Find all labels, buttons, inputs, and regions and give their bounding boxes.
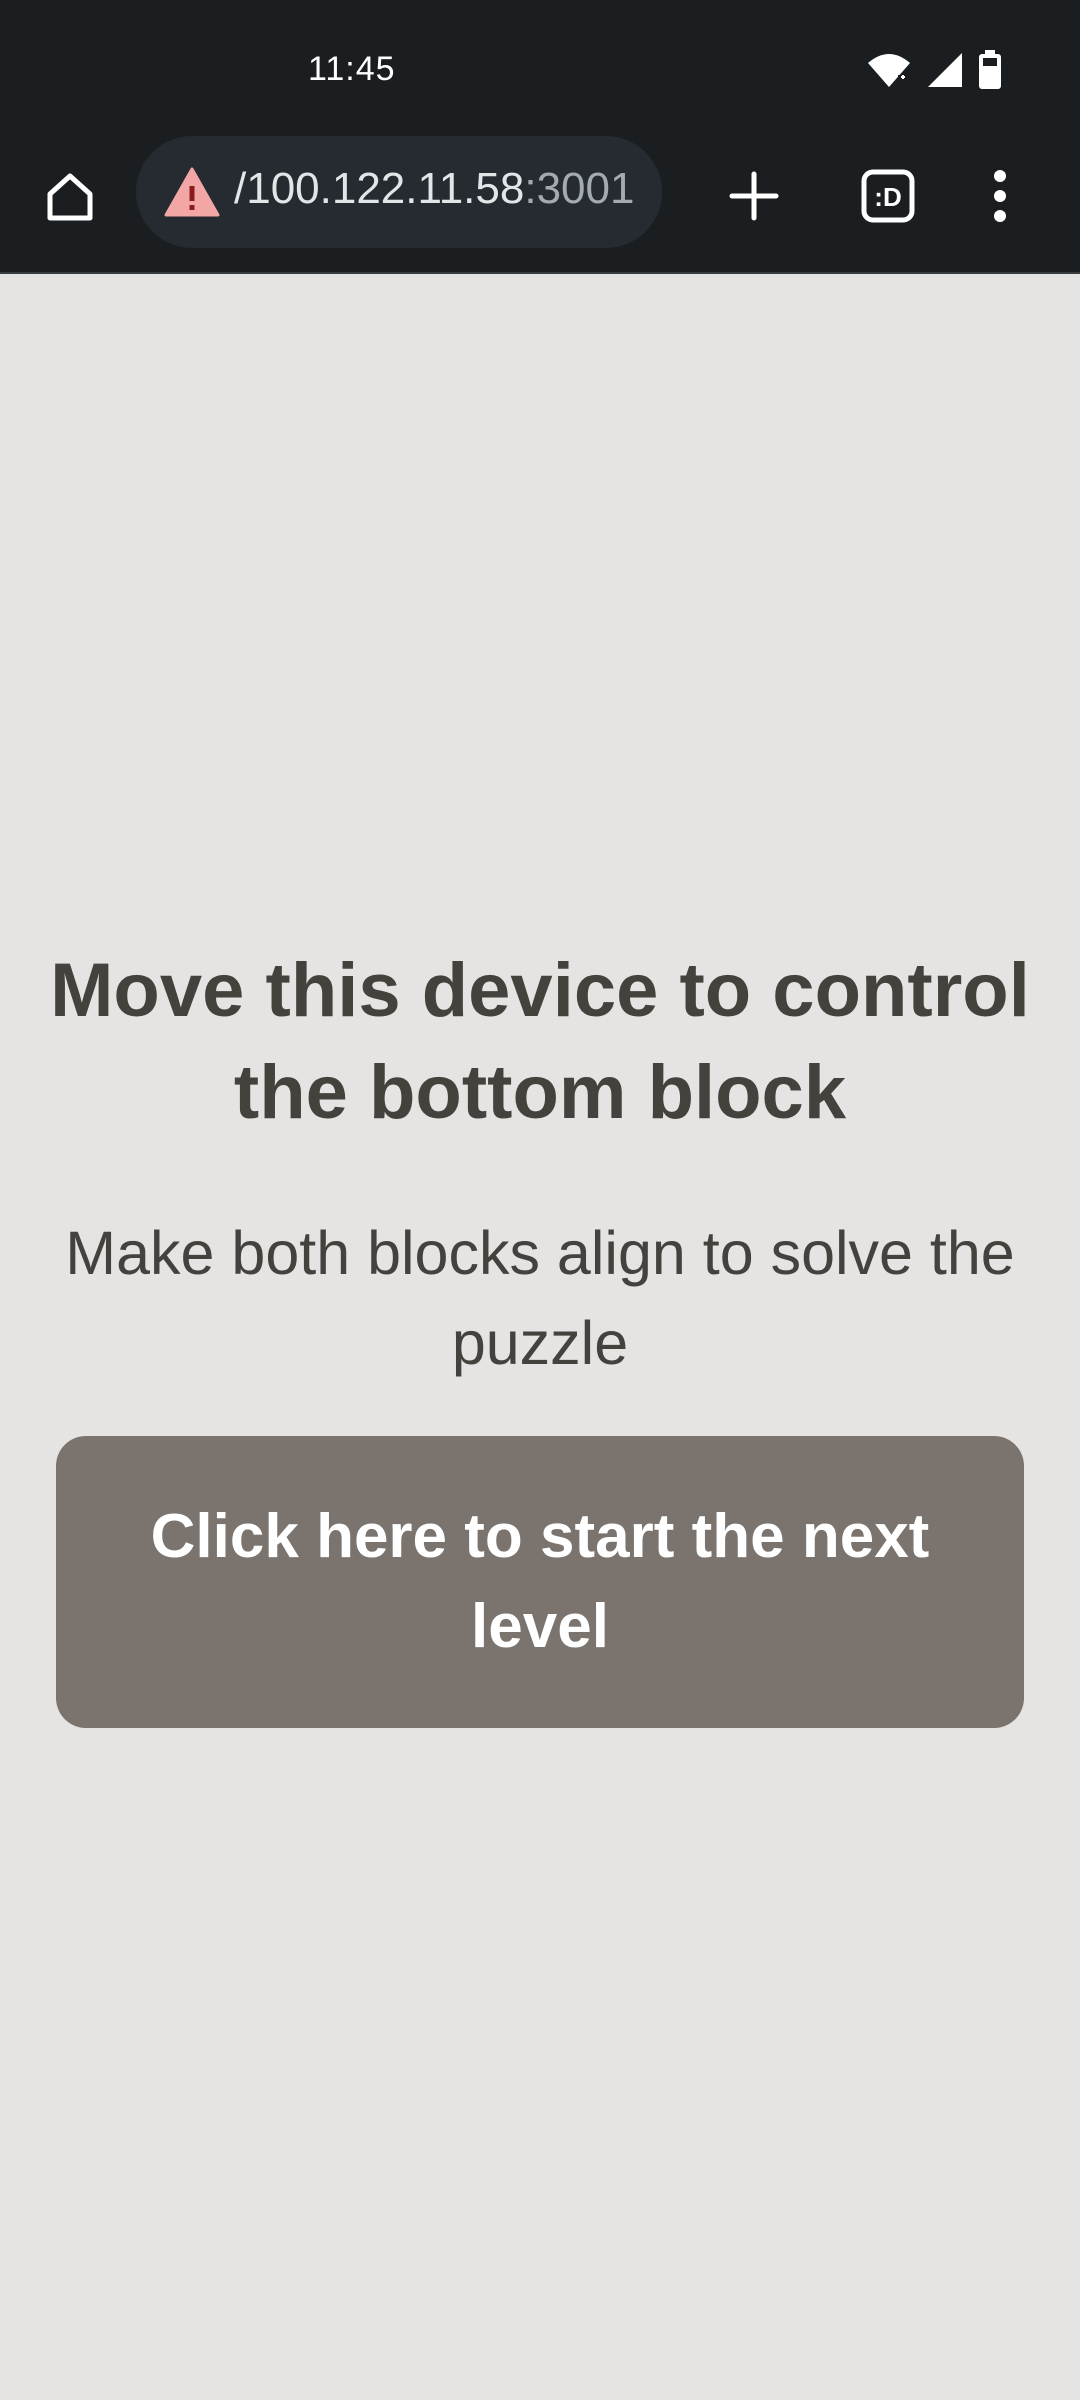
url-text[interactable]: /100.122.11.58:3001	[234, 164, 634, 214]
status-time: 11:45	[308, 50, 396, 88]
url-host: /100.122.11.58	[234, 164, 525, 213]
new-tab-button[interactable]	[714, 158, 794, 238]
browser-toolbar: /100.122.11.58:3001 :D	[0, 134, 1080, 274]
tab-switcher-button[interactable]: :D	[848, 158, 928, 238]
tab-switcher-icon: :D	[861, 169, 915, 228]
wifi-icon	[866, 51, 912, 89]
page-content: Move this device to control the bottom b…	[0, 274, 1080, 2400]
new-tab-icon	[728, 170, 780, 227]
status-bar: 11:45	[0, 0, 1080, 134]
page-headline: Move this device to control the bottom b…	[50, 948, 1030, 1135]
home-button[interactable]	[30, 158, 110, 238]
url-port: :3001	[524, 164, 635, 213]
more-menu-button[interactable]	[960, 158, 1040, 238]
tab-switcher-label: :D	[874, 182, 901, 212]
address-bar[interactable]: /100.122.11.58:3001	[136, 136, 662, 248]
page-instructions: Make both blocks align to solve the puzz…	[65, 1219, 1015, 1377]
cellular-signal-icon	[926, 51, 964, 89]
start-next-level-button[interactable]: Click here to start the next level	[56, 1436, 1024, 1728]
not-secure-warning-icon[interactable]	[164, 166, 220, 218]
status-icons	[866, 50, 1002, 90]
home-icon	[42, 168, 98, 229]
battery-icon	[978, 50, 1002, 90]
more-menu-icon	[990, 168, 1010, 229]
